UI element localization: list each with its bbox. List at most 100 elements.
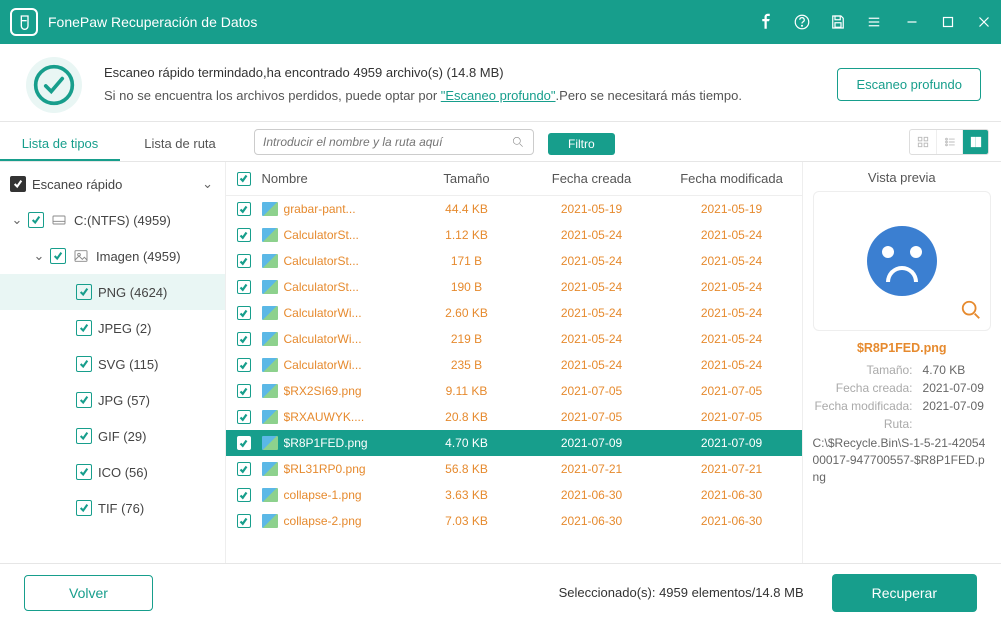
file-modified: 2021-05-24 <box>662 332 802 346</box>
tree-type-item[interactable]: JPG (57) <box>0 382 225 418</box>
maximize-button[interactable] <box>937 11 959 33</box>
checkbox-icon[interactable] <box>76 284 92 300</box>
file-created: 2021-07-05 <box>522 384 662 398</box>
tree-type-item[interactable]: JPEG (2) <box>0 310 225 346</box>
tree-type-item[interactable]: TIF (76) <box>0 490 225 526</box>
table-row[interactable]: grabar-pant... 44.4 KB 2021-05-19 2021-0… <box>226 196 802 222</box>
file-thumb-icon <box>262 384 278 398</box>
file-modified: 2021-05-24 <box>662 306 802 320</box>
table-row[interactable]: collapse-1.png 3.63 KB 2021-06-30 2021-0… <box>226 482 802 508</box>
file-modified: 2021-05-19 <box>662 202 802 216</box>
tab-path-list[interactable]: Lista de ruta <box>120 126 240 161</box>
help-icon[interactable] <box>791 11 813 33</box>
checkbox-icon[interactable] <box>76 428 92 444</box>
row-checkbox[interactable] <box>237 332 251 346</box>
checkbox-icon[interactable] <box>76 320 92 336</box>
checkbox-icon[interactable] <box>76 356 92 372</box>
preview-pane: Vista previa $R8P1FED.png Tamaño:4.70 KB… <box>803 162 1001 563</box>
tree-scan-label: Escaneo rápido <box>32 177 199 192</box>
row-checkbox[interactable] <box>237 436 251 450</box>
image-icon <box>72 248 90 264</box>
save-icon[interactable] <box>827 11 849 33</box>
minimize-button[interactable] <box>901 11 923 33</box>
file-name: CalculatorSt... <box>284 254 359 268</box>
table-row[interactable]: $RX2SI69.png 9.11 KB 2021-07-05 2021-07-… <box>226 378 802 404</box>
tree-image-label: Imagen (4959) <box>96 249 181 264</box>
tab-type-list[interactable]: Lista de tipos <box>0 126 120 161</box>
table-row[interactable]: CalculatorSt... 171 B 2021-05-24 2021-05… <box>226 248 802 274</box>
view-toggle <box>909 129 989 155</box>
view-grid-button[interactable] <box>910 130 936 154</box>
row-checkbox[interactable] <box>237 202 251 216</box>
menu-icon[interactable] <box>863 11 885 33</box>
file-created: 2021-05-24 <box>522 228 662 242</box>
table-row[interactable]: CalculatorSt... 190 B 2021-05-24 2021-05… <box>226 274 802 300</box>
row-checkbox[interactable] <box>237 488 251 502</box>
tree-drive-label: C:(NTFS) (4959) <box>74 213 171 228</box>
view-detail-button[interactable] <box>962 130 988 154</box>
checkbox-icon[interactable] <box>76 500 92 516</box>
table-row[interactable]: $RXAUWYK.... 20.8 KB 2021-07-05 2021-07-… <box>226 404 802 430</box>
file-thumb-icon <box>262 488 278 502</box>
recover-button[interactable]: Recuperar <box>832 574 977 612</box>
chevron-down-icon[interactable]: ⌄ <box>30 248 48 264</box>
tree-scan-header[interactable]: Escaneo rápido ⌄ <box>0 166 225 202</box>
deep-scan-link[interactable]: "Escaneo profundo" <box>441 88 556 103</box>
tree-type-item[interactable]: GIF (29) <box>0 418 225 454</box>
col-name[interactable]: Nombre <box>262 171 412 186</box>
preview-box <box>813 191 991 331</box>
checkbox-icon[interactable] <box>76 392 92 408</box>
scan-hint: Si no se encuentra los archivos perdidos… <box>104 85 837 107</box>
tree-type-label: JPEG (2) <box>98 321 151 336</box>
checkbox-icon[interactable] <box>76 464 92 480</box>
col-size[interactable]: Tamaño <box>412 171 522 186</box>
table-row[interactable]: $R8P1FED.png 4.70 KB 2021-07-09 2021-07-… <box>226 430 802 456</box>
row-checkbox[interactable] <box>237 280 251 294</box>
filter-button[interactable]: Filtro <box>548 133 615 155</box>
tree-type-label: PNG (4624) <box>98 285 167 300</box>
table-row[interactable]: CalculatorWi... 2.60 KB 2021-05-24 2021-… <box>226 300 802 326</box>
table-row[interactable]: CalculatorWi... 219 B 2021-05-24 2021-05… <box>226 326 802 352</box>
close-button[interactable] <box>973 11 995 33</box>
tree-drive[interactable]: ⌄ C:(NTFS) (4959) <box>0 202 225 238</box>
row-checkbox[interactable] <box>237 254 251 268</box>
file-thumb-icon <box>262 410 278 424</box>
file-name: collapse-1.png <box>284 488 362 502</box>
row-checkbox[interactable] <box>237 514 251 528</box>
search-input[interactable] <box>263 135 511 149</box>
col-created[interactable]: Fecha creada <box>522 171 662 186</box>
row-checkbox[interactable] <box>237 306 251 320</box>
select-all-checkbox[interactable] <box>237 172 251 186</box>
view-list-button[interactable] <box>936 130 962 154</box>
checkbox-icon[interactable] <box>50 248 66 264</box>
preview-path-key: Ruta: <box>813 417 913 431</box>
check-icon <box>26 57 82 113</box>
file-created: 2021-07-09 <box>522 436 662 450</box>
zoom-icon[interactable] <box>960 299 982 324</box>
tree-type-item[interactable]: ICO (56) <box>0 454 225 490</box>
facebook-icon[interactable] <box>755 11 777 33</box>
tree-type-item[interactable]: SVG (115) <box>0 346 225 382</box>
table-row[interactable]: CalculatorWi... 235 B 2021-05-24 2021-05… <box>226 352 802 378</box>
table-row[interactable]: CalculatorSt... 1.12 KB 2021-05-24 2021-… <box>226 222 802 248</box>
checkbox-icon[interactable] <box>10 176 26 192</box>
deep-scan-button[interactable]: Escaneo profundo <box>837 68 981 101</box>
col-modified[interactable]: Fecha modificada <box>662 171 802 186</box>
row-checkbox[interactable] <box>237 228 251 242</box>
table-row[interactable]: $RL31RP0.png 56.8 KB 2021-07-21 2021-07-… <box>226 456 802 482</box>
row-checkbox[interactable] <box>237 384 251 398</box>
row-checkbox[interactable] <box>237 410 251 424</box>
row-checkbox[interactable] <box>237 462 251 476</box>
row-checkbox[interactable] <box>237 358 251 372</box>
file-size: 190 B <box>412 280 522 294</box>
toolbar: Lista de tipos Lista de ruta Filtro <box>0 122 1001 162</box>
chevron-down-icon[interactable]: ⌄ <box>8 212 26 228</box>
file-thumb-icon <box>262 228 278 242</box>
checkbox-icon[interactable] <box>28 212 44 228</box>
back-button[interactable]: Volver <box>24 575 153 611</box>
preview-size-val: 4.70 KB <box>923 363 966 377</box>
tree-type-item[interactable]: PNG (4624) <box>0 274 225 310</box>
tree-image-group[interactable]: ⌄ Imagen (4959) <box>0 238 225 274</box>
table-row[interactable]: collapse-2.png 7.03 KB 2021-06-30 2021-0… <box>226 508 802 534</box>
search-field[interactable] <box>254 129 534 155</box>
